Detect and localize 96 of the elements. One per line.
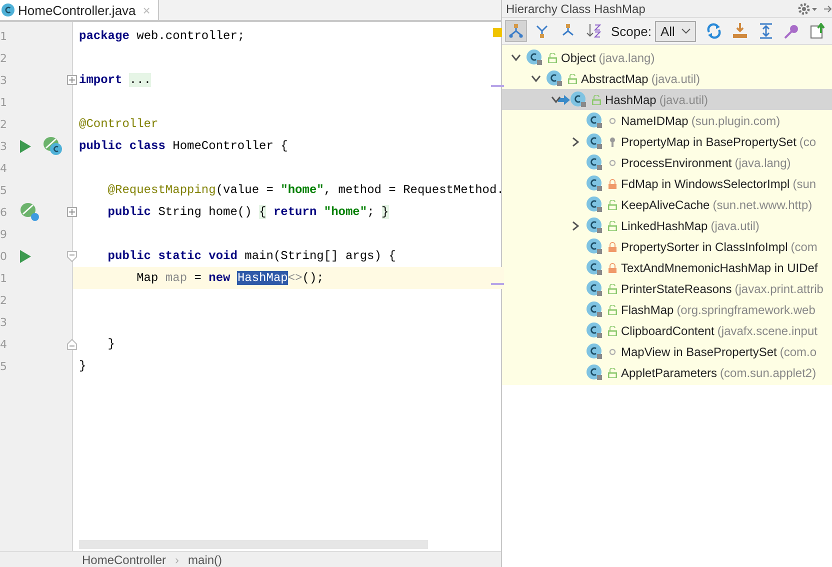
class-icon <box>586 174 604 192</box>
code-line: } <box>106 337 116 351</box>
collapse-fold-icon[interactable] <box>67 251 77 262</box>
class-icon <box>586 300 604 318</box>
class-icon <box>586 154 604 172</box>
scroll-marker <box>490 283 504 285</box>
tree-item[interactable]: FdMap in WindowsSelectorImpl (sun <box>502 173 832 194</box>
line-number: 9 <box>0 228 8 240</box>
breadcrumb[interactable]: main() <box>188 552 222 566</box>
line-number: 4 <box>0 338 8 350</box>
expand-fold-icon[interactable] <box>67 75 77 85</box>
line-number: 6 <box>0 206 8 218</box>
chevron-icon[interactable] <box>572 220 580 230</box>
caret-icon <box>680 28 691 34</box>
line-number: 5 <box>0 360 8 372</box>
line-number: 2 <box>0 52 8 64</box>
breadcrumb-separator: › <box>175 552 180 566</box>
tree-item[interactable]: HashMap (java.util) <box>502 89 832 110</box>
bean-icon[interactable] <box>43 136 63 156</box>
hierarchy-icon <box>535 24 549 38</box>
line-number: 0 <box>0 250 8 262</box>
tree-item[interactable]: LinkedHashMap (java.util) <box>502 215 832 236</box>
code-line: import ... <box>79 73 152 87</box>
tree-item[interactable]: NameIDMap (sun.plugin.com) <box>502 110 832 131</box>
file-tab[interactable]: HomeController.java × <box>0 0 160 20</box>
tree-item[interactable]: AbstractMap (java.util) <box>502 68 832 89</box>
line-number: 2 <box>0 294 8 306</box>
code-line: package web.controller; <box>79 29 245 43</box>
run-icon[interactable] <box>20 140 31 152</box>
current-class-arrow-icon <box>558 94 570 104</box>
tree-item[interactable]: KeepAliveCache (sun.net.www.http) <box>502 194 832 215</box>
breadcrumb[interactable]: HomeController <box>82 552 166 566</box>
tree-item[interactable]: Object (java.lang) <box>502 47 832 68</box>
tree-item[interactable]: ProcessEnvironment (java.lang) <box>502 152 832 173</box>
class-icon <box>586 132 604 150</box>
subtypes-button[interactable] <box>505 20 527 42</box>
sort-icon <box>586 24 602 38</box>
tree-item[interactable]: PropertySorter in ClassInfoImpl (com <box>502 236 832 257</box>
tree-item[interactable]: AppletParameters (com.sun.applet2) <box>502 362 832 383</box>
class-icon <box>586 196 604 214</box>
tree-item[interactable]: PropertyMap in BasePropertySet (co <box>502 131 832 152</box>
settings-icon[interactable] <box>798 2 818 14</box>
code-line: public String home() { return "home"; } <box>106 205 389 219</box>
line-number: 1 <box>0 96 8 108</box>
line-number: 1 <box>0 272 7 284</box>
class-icon <box>1 3 15 17</box>
class-icon <box>586 342 604 360</box>
tree-item[interactable]: PrinterStateReasons (javax.print.attrib <box>502 278 832 299</box>
horizontal-scrollbar[interactable] <box>79 540 428 549</box>
line-number: 3 <box>0 316 8 328</box>
class-icon <box>586 280 604 298</box>
scroll-marker <box>490 85 504 87</box>
code-line: public class HomeController { <box>79 139 288 153</box>
code-line: @Controller <box>79 117 158 131</box>
pin-icon[interactable] <box>784 23 800 39</box>
line-number: 4 <box>0 162 8 174</box>
expand-fold-icon[interactable] <box>67 207 77 217</box>
class-icon <box>586 322 604 340</box>
code-line: @RequestMapping(value = "home", method = RequestMethod. <box>106 183 504 197</box>
line-number: 3 <box>0 74 8 86</box>
chevron-icon[interactable] <box>511 54 521 62</box>
panel-title: Hierarchy Class HashMap <box>506 2 646 16</box>
scope-label: Scope: <box>611 24 652 38</box>
export-icon[interactable] <box>732 23 748 39</box>
chevron-icon[interactable] <box>531 74 541 82</box>
tree-item[interactable]: FlashMap (org.springframework.web <box>502 299 832 320</box>
tree-item[interactable]: MapView in BasePropertySet (com.o <box>502 341 832 362</box>
line-number: 3 <box>0 140 8 152</box>
line-number: 1 <box>0 30 8 42</box>
tree-item[interactable]: TextAndMnemonicHashMap in UIDef <box>502 257 832 278</box>
class-icon <box>586 364 604 382</box>
refresh-icon[interactable] <box>706 23 722 39</box>
hide-arrow-icon[interactable] <box>824 4 832 14</box>
open-icon[interactable] <box>810 23 826 39</box>
class-icon <box>526 48 544 66</box>
chevron-icon[interactable] <box>551 96 561 104</box>
line-number: 2 <box>0 118 8 130</box>
hierarchy-icon <box>561 24 575 38</box>
run-icon[interactable] <box>20 250 31 262</box>
code-line: } <box>79 359 86 373</box>
class-icon <box>586 216 604 234</box>
class-icon <box>586 258 604 276</box>
class-icon <box>586 112 604 130</box>
expand-all-icon[interactable] <box>758 23 774 39</box>
code-line: public static void main(String[] args) { <box>106 249 396 263</box>
warning-marker[interactable] <box>492 28 502 37</box>
code-line: Map map = new HashMap<>(); <box>136 271 324 285</box>
class-icon <box>586 238 604 256</box>
class-icon <box>546 70 564 88</box>
chevron-icon[interactable] <box>572 136 580 146</box>
hierarchy-icon <box>509 24 523 38</box>
class-icon <box>570 90 588 108</box>
line-number: 5 <box>0 184 8 196</box>
scope-dropdown[interactable]: All <box>655 20 696 42</box>
fold-end-icon[interactable] <box>67 339 77 350</box>
tree-item[interactable]: ClipboardContent (javafx.scene.input <box>502 320 832 341</box>
